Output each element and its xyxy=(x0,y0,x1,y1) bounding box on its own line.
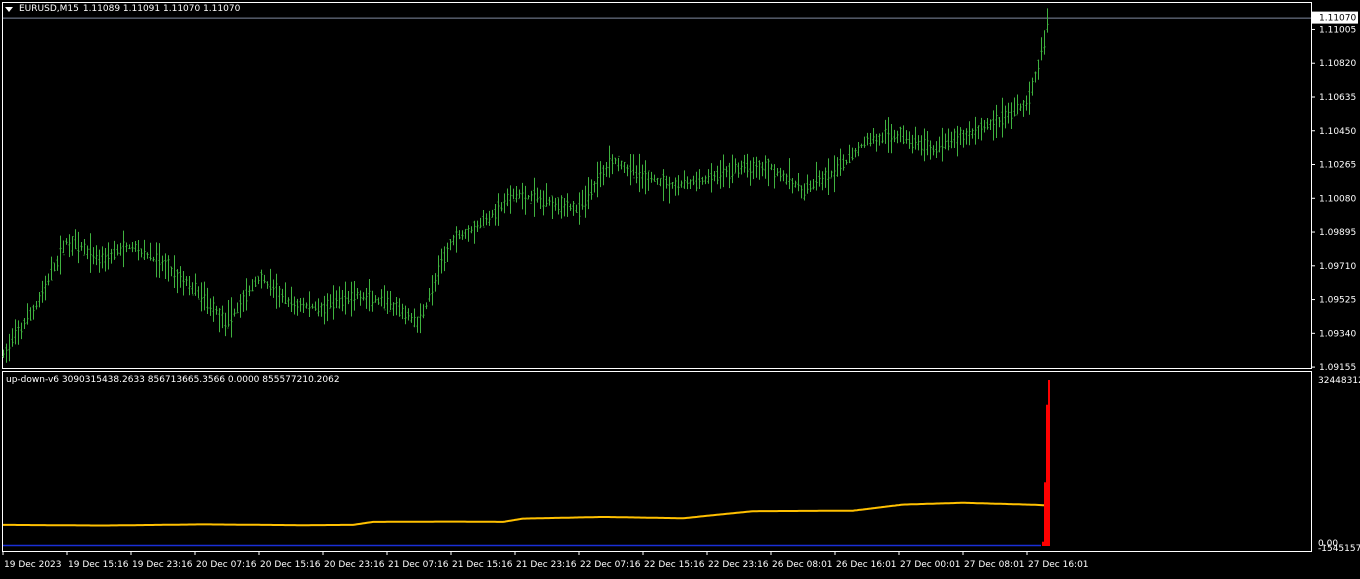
time-tick-label: 26 Dec 08:01 xyxy=(772,560,833,570)
time-tick-label: 22 Dec 15:16 xyxy=(644,560,705,570)
time-tick-label: 21 Dec 07:16 xyxy=(388,560,449,570)
indicator-scale-bottom: -15451577 xyxy=(1318,544,1360,554)
time-tick-label: 20 Dec 07:16 xyxy=(196,560,257,570)
time-tick-label: 20 Dec 15:16 xyxy=(260,560,321,570)
price-tick-label: 1.10080 xyxy=(1319,194,1356,204)
price-tick-label: 1.09895 xyxy=(1319,228,1356,238)
indicator-red-bar xyxy=(1044,482,1046,546)
time-tick-label: 22 Dec 23:16 xyxy=(708,560,769,570)
price-tick-label: 1.10265 xyxy=(1319,161,1356,171)
time-tick-label: 20 Dec 23:16 xyxy=(324,560,385,570)
time-tick-label: 19 Dec 2023 xyxy=(4,560,62,570)
time-axis[interactable]: 19 Dec 2023 19 Dec 15:16 19 Dec 23:16 20 De… xyxy=(2,551,1089,570)
indicator-yellow-line xyxy=(3,501,1050,527)
time-tick-label: 22 Dec 07:16 xyxy=(580,560,641,570)
time-tick-label: 27 Dec 16:01 xyxy=(1028,560,1089,570)
symbol-label: EURUSD,M15 xyxy=(19,4,79,14)
time-tick-label: 27 Dec 00:01 xyxy=(900,560,961,570)
current-price-label: 1.11070 xyxy=(1319,14,1356,24)
main-chart-frame xyxy=(2,2,1312,369)
price-tick-label: 1.09340 xyxy=(1319,329,1356,339)
price-tick-label: 1.09710 xyxy=(1319,262,1356,272)
price-tick-label: 1.10450 xyxy=(1319,127,1356,137)
ohlc-values: 1.11089 1.11091 1.11070 1.11070 xyxy=(82,4,241,14)
chart-header: EURUSD,M15 1.11089 1.11091 1.11070 1.110… xyxy=(5,4,240,14)
time-tick-label: 21 Dec 23:16 xyxy=(516,560,577,570)
price-tick-label: 1.11005 xyxy=(1319,25,1356,35)
price-axis[interactable]: 1.11005 1.10820 1.10635 1.10450 1.10265 1.100… xyxy=(1311,11,1358,373)
chevron-down-icon[interactable] xyxy=(5,6,13,12)
price-tick-label: 1.10820 xyxy=(1319,59,1356,69)
time-tick-label: 26 Dec 16:01 xyxy=(836,560,897,570)
indicator-red-bar xyxy=(1048,380,1050,546)
price-tick-label: 1.09155 xyxy=(1319,363,1356,373)
price-plot xyxy=(2,8,1311,363)
chart-window: 1.11005 1.10820 1.10635 1.10450 1.10265 1.100… xyxy=(0,0,1360,575)
indicator-plot xyxy=(3,380,1050,547)
price-tick-label: 1.09525 xyxy=(1319,296,1356,306)
time-tick-label: 19 Dec 15:16 xyxy=(68,560,129,570)
time-tick-label: 27 Dec 08:01 xyxy=(964,560,1025,570)
time-tick-label: 21 Dec 15:16 xyxy=(452,560,513,570)
chart-canvas[interactable]: 1.11005 1.10820 1.10635 1.10450 1.10265 1.100… xyxy=(0,0,1360,575)
indicator-header: up-down-v6 3090315438.2633 856713665.356… xyxy=(6,375,340,385)
indicator-red-bar xyxy=(1046,404,1048,546)
price-tick-label: 1.10635 xyxy=(1319,93,1356,103)
indicator-red-bar xyxy=(1042,541,1044,546)
indicator-scale-top: 324483121 xyxy=(1318,376,1360,386)
time-tick-label: 19 Dec 23:16 xyxy=(132,560,193,570)
